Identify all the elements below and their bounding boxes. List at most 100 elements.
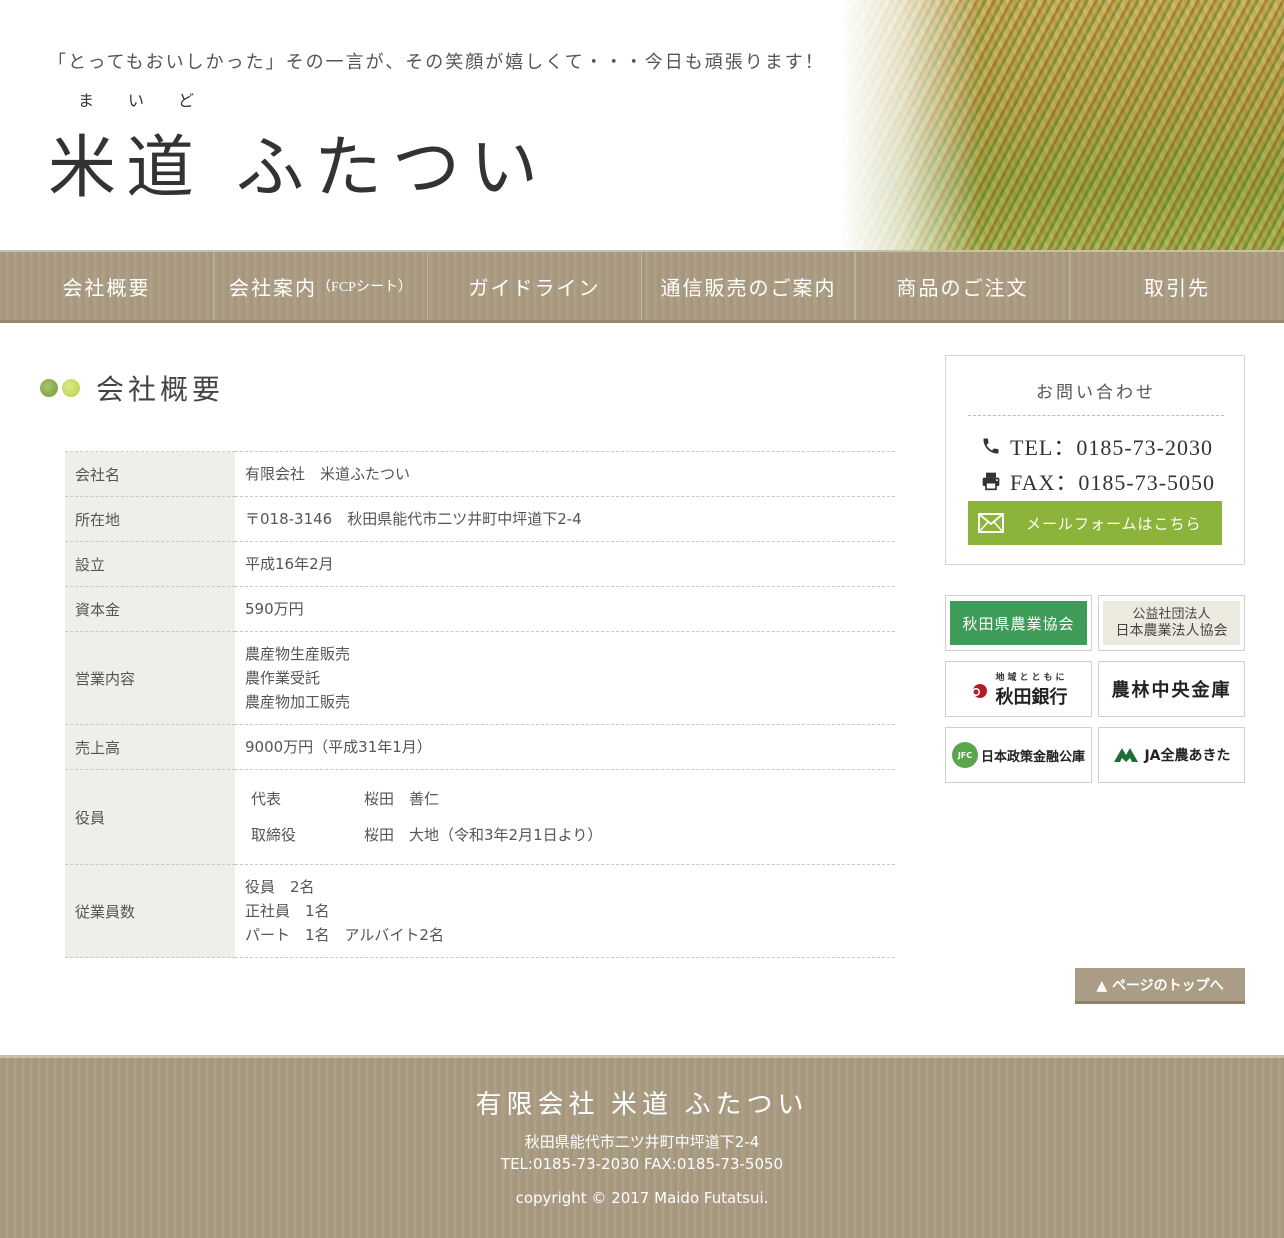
banner-label: 秋田県農業協会	[950, 601, 1087, 645]
officer-line: 代表 桜田 善仁	[245, 781, 885, 817]
ja-logo-icon	[1112, 746, 1140, 764]
banner-label: 日本農業法人協会	[1115, 624, 1228, 639]
banner-label: JA全農あきた	[1144, 748, 1231, 764]
banner-jfc[interactable]: JFC 日本政策金融公庫	[945, 727, 1092, 783]
banner-label-block: 公益社団法人 日本農業法人協会	[1103, 601, 1240, 645]
employees-line: パート 1名 アルバイト2名	[245, 926, 444, 944]
banner-akita-agri-association[interactable]: 秋田県農業協会	[945, 595, 1092, 651]
page-title: 会社概要	[96, 375, 225, 406]
row-label: 資本金	[65, 586, 235, 632]
site-logo[interactable]: 米道 ふたつい	[48, 112, 548, 211]
logo-furigana: まいど	[78, 93, 229, 110]
nav-label: 商品のご注文	[896, 277, 1029, 300]
sales-value: 9000万円（平成31年1月）	[245, 738, 432, 756]
officer-line: 取締役 桜田 大地（令和3年2月1日より）	[245, 817, 885, 853]
row-label: 営業内容	[65, 631, 235, 725]
mail-button-label: メールフォームはこちら	[1026, 514, 1202, 533]
envelope-icon	[978, 513, 1004, 533]
rice-field-image	[840, 0, 1284, 250]
banner-label-block: JA全農あきた	[1112, 745, 1231, 765]
officer-name: 桜田 大地（令和3年2月1日より）	[364, 826, 603, 844]
footer-copyright: copyright © 2017 Maido Futatsui.	[515, 1189, 769, 1207]
table-row: 従業員数 役員 2名 正社員 1名 パート 1名 アルバイト2名	[65, 864, 895, 958]
footer-company-name: 有限会社 米道 ふたつい	[475, 1090, 809, 1119]
section-heading: 会社概要	[40, 368, 224, 408]
row-label: 従業員数	[65, 864, 235, 958]
back-to-top-button[interactable]: ▲ ページのトップへ	[1075, 968, 1245, 1004]
banner-ja-zennoh-akita[interactable]: JA全農あきた	[1098, 727, 1245, 783]
table-row: 売上高 9000万円（平成31年1月）	[65, 724, 895, 770]
officers-value: 代表 桜田 善仁 取締役 桜田 大地（令和3年2月1日より）	[235, 770, 895, 865]
table-row: 所在地 〒018-3146 秋田県能代市二ツ井町中坪道下2-4	[65, 496, 895, 542]
nav-label: 会社概要	[62, 277, 151, 300]
banner-texts: 地域とともに 秋田銀行	[995, 670, 1067, 709]
business-line: 農産物加工販売	[245, 693, 351, 711]
nav-item-partners[interactable]: 取引先	[1070, 252, 1284, 320]
fax-line: FAX：0185-73-5050	[980, 465, 1215, 497]
banner-label-block: JFC 日本政策金融公庫	[951, 742, 1085, 768]
row-label: 役員	[65, 769, 235, 865]
nav-label: 取引先	[1143, 277, 1210, 300]
banner-norinchukin[interactable]: 農林中央金庫	[1098, 661, 1245, 717]
capital-value: 590万円	[245, 600, 304, 618]
nav-label: 通信販売のご案内	[660, 277, 837, 300]
lime-dot-icon	[62, 379, 80, 397]
nav-label: ガイドライン	[468, 277, 601, 300]
founded-value: 平成16年2月	[245, 555, 334, 573]
tel-line[interactable]: TEL：0185-73-2030	[980, 430, 1213, 462]
banner-label: 農林中央金庫	[1111, 680, 1232, 701]
employees-line: 役員 2名	[245, 878, 315, 896]
banner-label: 公益社団法人	[1132, 606, 1211, 621]
contact-title: お問い合わせ	[968, 378, 1224, 416]
table-row: 資本金 590万円	[65, 586, 895, 632]
main-nav: 会社概要 会社案内 （FCPシート） ガイドライン 通信販売のご案内 商品のご注文…	[0, 250, 1284, 323]
nav-item-order[interactable]: 商品のご注文	[856, 252, 1070, 320]
business-line: 農作業受託	[245, 669, 321, 687]
employees-value: 役員 2名 正社員 1名 パート 1名 アルバイト2名	[235, 865, 895, 958]
akita-bank-logo-icon	[969, 680, 991, 698]
nav-sublabel: （FCPシート）	[317, 280, 412, 295]
logo-part-2: ふたつい	[236, 130, 549, 206]
row-label: 会社名	[65, 451, 235, 497]
table-row: 役員 代表 桜田 善仁 取締役 桜田 大地（令和3年2月1日より）	[65, 769, 895, 865]
site-footer: 有限会社 米道 ふたつい 秋田県能代市二ツ井町中坪道下2-4 TEL:0185-…	[0, 1055, 1284, 1238]
row-label: 売上高	[65, 724, 235, 770]
officer-role: 取締役	[251, 826, 297, 844]
business-value: 農産物生産販売 農作業受託 農産物加工販売	[235, 632, 895, 725]
banner-japan-agri-corp-association[interactable]: 公益社団法人 日本農業法人協会	[1098, 595, 1245, 651]
contact-box: お問い合わせ TEL：0185-73-2030 FAX：0185-73-5050…	[945, 355, 1245, 565]
tel-number: TEL：0185-73-2030	[1010, 435, 1213, 460]
jfc-logo-icon: JFC	[951, 742, 978, 768]
row-label: 設立	[65, 541, 235, 587]
table-row: 会社名 有限会社 米道ふたつい	[65, 451, 895, 497]
company-name-value: 有限会社 米道ふたつい	[245, 465, 411, 483]
nav-item-mail-order[interactable]: 通信販売のご案内	[642, 252, 856, 320]
banner-label-block: 地域とともに 秋田銀行	[969, 670, 1067, 709]
mail-form-button[interactable]: メールフォームはこちら	[968, 501, 1222, 545]
business-line: 農産物生産販売	[245, 645, 351, 663]
banner-label: 日本政策金融公庫	[980, 749, 1085, 765]
nav-label: 会社案内	[229, 277, 318, 300]
officer-role: 代表	[251, 790, 282, 808]
site-header: 「とってもおいしかった」その一言が、その笑顔が嬉しくて・・・今日も頑張ります！ …	[0, 0, 1284, 250]
nav-item-guideline[interactable]: ガイドライン	[428, 252, 642, 320]
banner-sublabel: 地域とともに	[995, 672, 1068, 683]
tagline: 「とってもおいしかった」その一言が、その笑顔が嬉しくて・・・今日も頑張ります！	[48, 52, 825, 72]
nav-item-company-guide[interactable]: 会社案内 （FCPシート）	[214, 252, 428, 320]
address-value: 〒018-3146 秋田県能代市二ツ井町中坪道下2-4	[245, 510, 582, 528]
fax-printer-icon	[980, 470, 1002, 492]
officer-name: 桜田 善仁	[364, 790, 440, 808]
employees-line: 正社員 1名	[245, 902, 330, 920]
banner-label: 秋田銀行	[995, 686, 1068, 708]
footer-address: 秋田県能代市二ツ井町中坪道下2-4	[524, 1133, 760, 1151]
banner-akita-bank[interactable]: 地域とともに 秋田銀行	[945, 661, 1092, 717]
fax-number: FAX：0185-73-5050	[1010, 470, 1216, 495]
company-info-table: 会社名 有限会社 米道ふたつい 所在地 〒018-3146 秋田県能代市二ツ井町…	[65, 451, 895, 958]
green-dot-icon	[40, 379, 58, 397]
table-row: 設立 平成16年2月	[65, 541, 895, 587]
row-label: 所在地	[65, 496, 235, 542]
table-row: 営業内容 農産物生産販売 農作業受託 農産物加工販売	[65, 631, 895, 725]
phone-icon	[980, 435, 1002, 457]
nav-item-company-overview[interactable]: 会社概要	[0, 252, 214, 320]
footer-contact: TEL:0185-73-2030 FAX:0185-73-5050	[500, 1155, 784, 1173]
